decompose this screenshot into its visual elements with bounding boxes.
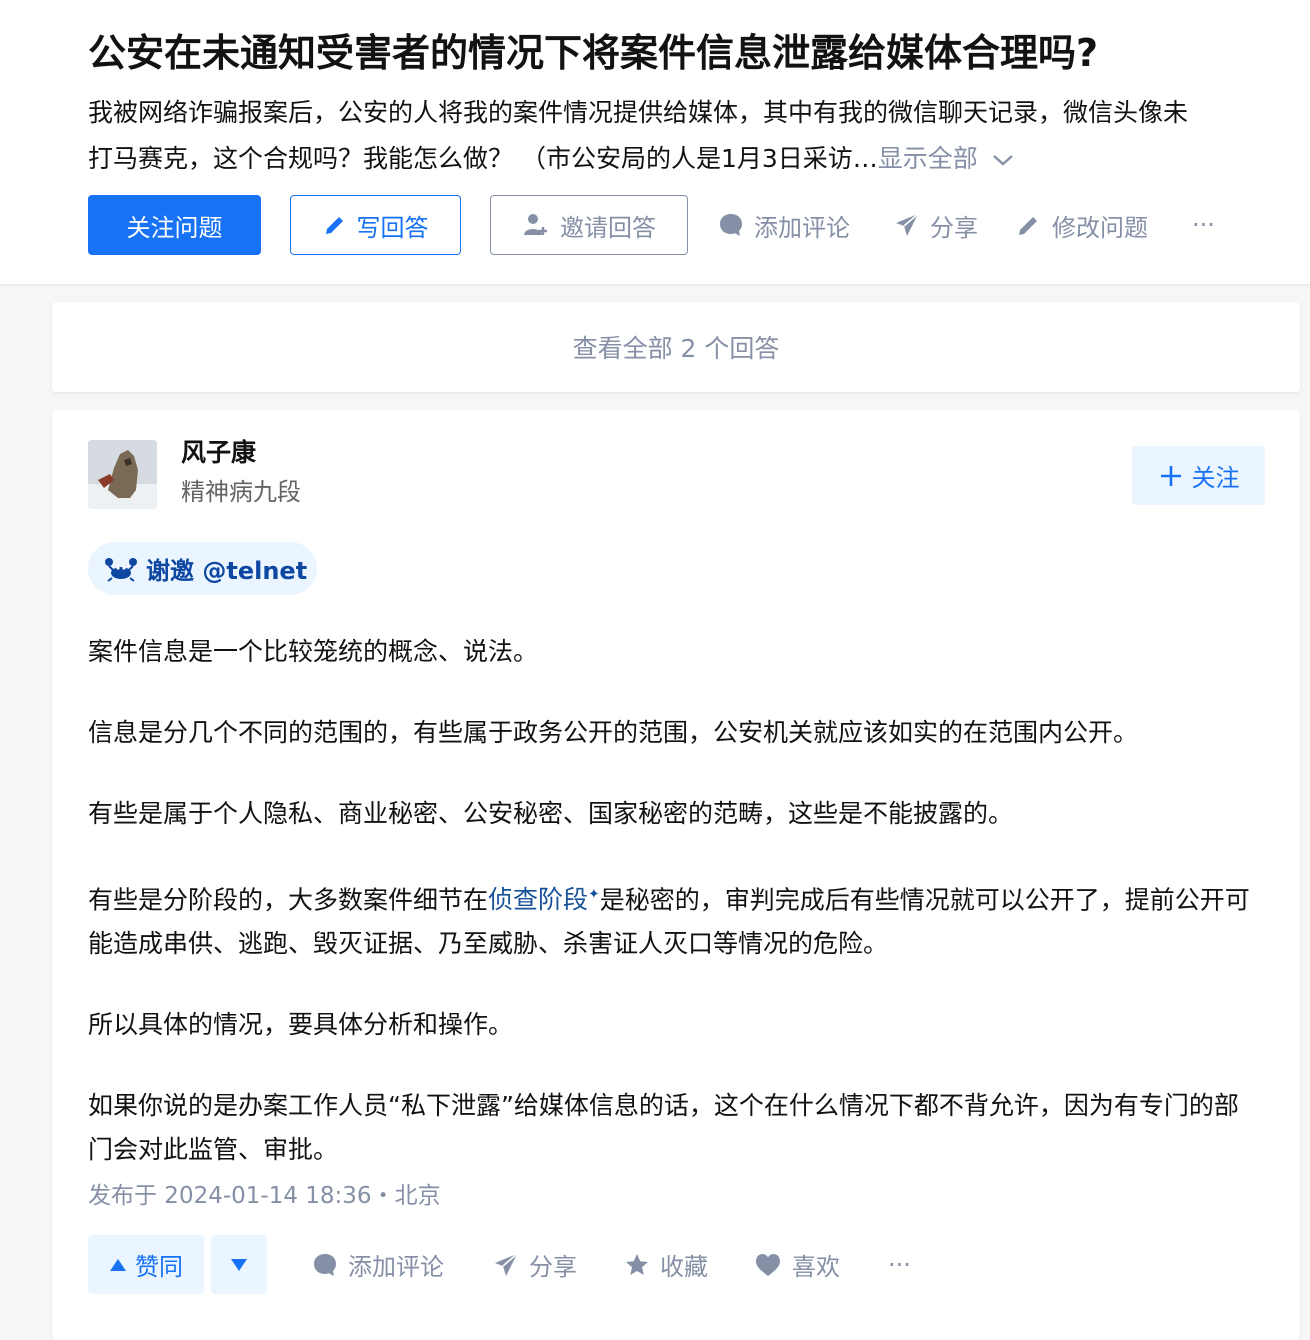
answer-paragraph: 案件信息是一个比较笼统的概念、说法。 — [88, 637, 539, 666]
chevron-down-icon[interactable] — [992, 137, 1014, 183]
question-description[interactable]: 我被网络诈骗报案后，公安的人将我的案件情况提供给媒体，其中有我的微信聊天记录，微… — [88, 90, 1288, 183]
question-actions: 关注问题 写回答 邀请回答 添加评论 分享 修改问题 ··· — [88, 195, 1268, 255]
add-comment-label: 添加评论 — [754, 213, 850, 242]
collect-label: 收藏 — [660, 1253, 708, 1281]
author-bio: 精神病九段 — [181, 478, 301, 506]
share-question-label: 分享 — [930, 213, 978, 242]
follow-question-button[interactable]: 关注问题 — [88, 195, 261, 255]
edit-question-label: 修改问题 — [1052, 213, 1148, 242]
invite-answer-button[interactable]: 邀请回答 — [490, 195, 688, 255]
show-all-link[interactable]: 显示全部 — [878, 144, 978, 173]
answer-content: 案件信息是一个比较笼统的概念、说法。 信息是分几个不同的范围的，有些属于政务公开… — [88, 630, 1258, 1172]
invite-user-icon — [524, 214, 547, 235]
pencil-icon — [325, 217, 343, 234]
like-label: 喜欢 — [792, 1253, 840, 1281]
add-comment-button[interactable]: 添加评论 — [312, 1235, 444, 1294]
star-icon — [626, 1253, 648, 1275]
invite-thanks-text: 谢邀 @telnet — [146, 557, 308, 585]
upvote-button[interactable]: 赞同 — [88, 1235, 204, 1294]
answer-paragraph: 有些是分阶段的，大多数案件细节在侦查阶段✦是秘密的，审判完成后有些情况就可以公开… — [88, 873, 1258, 966]
heart-icon — [756, 1253, 780, 1276]
answer-actions: 赞同 添加评论 分享 收藏 喜欢 ··· — [88, 1235, 1268, 1295]
question-header: 公安在未通知受害者的情况下将案件信息泄露给媒体合理吗? 我被网络诈骗报案后，公安… — [0, 0, 1310, 284]
paper-plane-icon — [896, 213, 919, 236]
follow-author-label: 关注 — [1191, 464, 1240, 492]
answer-paragraph: 所以具体的情况，要具体分析和操作。 — [88, 1010, 514, 1040]
paragraph-text: 有些是分阶段的，大多数案件细节在 — [88, 885, 489, 915]
publish-meta[interactable]: 发布于 2024-01-14 18:36・北京 — [88, 1178, 441, 1214]
paper-plane-icon — [495, 1252, 518, 1276]
edit-question-button[interactable]: 修改问题 — [1016, 195, 1148, 255]
sparkle-icon: ✦ — [588, 887, 600, 903]
author-name[interactable]: 风子康 — [181, 434, 256, 472]
plus-icon — [1160, 465, 1181, 486]
question-title: 公安在未通知受害者的情况下将案件信息泄露给媒体合理吗? — [88, 31, 1099, 75]
share-question-button[interactable]: 分享 — [894, 195, 978, 255]
comment-icon — [314, 1253, 336, 1276]
keyword-link-text: 侦查阶段 — [488, 885, 589, 915]
answer-card: 风子康 精神病九段 关注 谢邀 @telnet 案件信息是一个比较笼统的概念、说… — [52, 410, 1300, 1340]
share-answer-button[interactable]: 分享 — [493, 1235, 577, 1294]
share-answer-label: 分享 — [529, 1253, 577, 1281]
question-description-line2: 打马赛克，这个合规吗？我能怎么做？ （市公安局的人是1月3日采访… — [88, 144, 878, 173]
like-button[interactable]: 喜欢 — [754, 1235, 840, 1294]
upvote-label: 赞同 — [135, 1253, 183, 1281]
more-options-button[interactable]: ··· — [888, 1235, 911, 1294]
answer-paragraph: 如果你说的是办案工作人员“私下泄露”给媒体信息的话，这个在什么情况下都不背允许，… — [88, 1091, 1239, 1165]
collect-button[interactable]: 收藏 — [624, 1235, 708, 1294]
add-comment-button[interactable]: 添加评论 — [718, 195, 850, 255]
downvote-button[interactable] — [211, 1235, 267, 1294]
invite-thanks-badge[interactable]: 谢邀 @telnet — [88, 542, 317, 595]
triangle-up-icon — [110, 1258, 126, 1271]
pencil-icon — [1019, 217, 1037, 235]
avatar[interactable] — [88, 440, 157, 509]
write-answer-button[interactable]: 写回答 — [290, 195, 461, 255]
add-comment-label: 添加评论 — [348, 1253, 444, 1281]
crab-icon — [105, 557, 137, 582]
write-answer-label: 写回答 — [356, 213, 429, 242]
keyword-link[interactable]: 侦查阶段✦ — [488, 885, 600, 914]
more-options-button[interactable]: ··· — [1192, 195, 1215, 255]
view-all-answers-button[interactable]: 查看全部 2 个回答 — [52, 302, 1300, 392]
comment-icon — [720, 214, 742, 236]
answer-paragraph: 信息是分几个不同的范围的，有些属于政务公开的范围，公安机关就应该如实的在范围内公… — [88, 718, 1139, 747]
triangle-down-icon — [231, 1258, 247, 1271]
invite-answer-label: 邀请回答 — [560, 213, 656, 242]
answer-paragraph: 有些是属于个人隐私、商业秘密、公安秘密、国家秘密的范畴，这些是不能披露的。 — [88, 799, 1014, 828]
follow-author-button[interactable]: 关注 — [1132, 446, 1265, 505]
question-description-line1: 我被网络诈骗报案后，公安的人将我的案件情况提供给媒体，其中有我的微信聊天记录，微… — [88, 98, 1189, 127]
